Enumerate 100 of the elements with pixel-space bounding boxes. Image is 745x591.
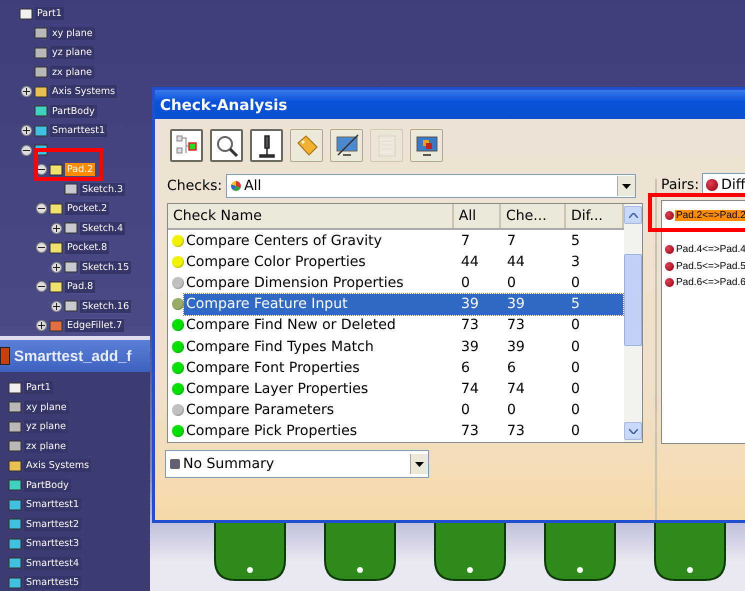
table-cell-text: 0 [460, 402, 471, 418]
table-row[interactable]: Compare Color Properties 44 44 3 [184, 251, 623, 272]
caret-icon[interactable] [617, 176, 636, 196]
checks-label: Checks: [167, 178, 222, 194]
table-cell-text: 39 [460, 338, 480, 355]
table-row[interactable]: Compare Pick Properties 73 73 0 [184, 420, 623, 442]
tree-item[interactable]: yz plane [50, 46, 94, 60]
tree-item[interactable]: Sketch.15 [80, 260, 132, 274]
table-cell-text: 0 [570, 402, 581, 418]
tree-item[interactable]: EdgeFillet.7 [65, 319, 124, 332]
tree-item[interactable]: yz plane [24, 420, 68, 434]
tool-button[interactable] [210, 129, 243, 162]
table-cell-text: 5 [570, 232, 581, 249]
table-cell-text: Compare Centers of Gravity [185, 232, 383, 249]
scroll-down-icon[interactable] [624, 422, 642, 440]
table-cell-text: Compare Dimension Properties [185, 274, 405, 291]
summary-dropdown[interactable]: No Summary [165, 450, 429, 478]
tree-item[interactable]: Smarttest1 [50, 124, 108, 138]
caret-icon[interactable] [410, 454, 428, 474]
tree-item[interactable]: Smarttest3 [24, 537, 82, 550]
tool-button[interactable] [250, 129, 283, 162]
tree-item[interactable]: Sketch.4 [80, 222, 126, 235]
ball-icon [706, 179, 718, 191]
table-row[interactable]: Compare Find New or Deleted 73 73 0 [184, 314, 623, 336]
table-cell-text: 73 [460, 423, 480, 440]
expand-toggle-icon[interactable] [36, 281, 47, 292]
table-row[interactable]: Compare Find Types Match 39 39 0 [184, 336, 623, 358]
expand-toggle-icon[interactable] [36, 203, 47, 214]
table-cell-text: 0 [570, 317, 581, 334]
column-header[interactable]: Check Name [168, 204, 454, 228]
table-cell-text: 74 [506, 380, 526, 397]
tree-item[interactable]: Pocket.8 [65, 241, 110, 254]
table-row[interactable]: Compare Font Properties 6 6 0 [184, 357, 623, 378]
app-icon [0, 347, 10, 365]
tree-item[interactable]: Smarttest1 [24, 498, 82, 512]
table-cell-text: 5 [570, 296, 581, 312]
tree-item[interactable]: PartBody [24, 478, 71, 492]
expand-toggle-icon[interactable] [21, 144, 32, 156]
table-row[interactable]: Compare Centers of Gravity 7 7 5 [184, 230, 623, 252]
dialog-title: Check-Analysis [155, 90, 745, 119]
table-cell-text: Compare Find New or Deleted [185, 317, 397, 334]
scroll-up-icon[interactable] [624, 206, 642, 224]
tree-item[interactable]: PartBody [50, 104, 97, 118]
checks-dropdown[interactable]: All [226, 174, 636, 198]
tree-item[interactable]: Smarttest4 [24, 556, 82, 570]
expand-toggle-icon[interactable] [51, 300, 62, 312]
table-row[interactable]: Compare Dimension Properties 0 0 0 [184, 272, 623, 294]
tree-item[interactable]: Axis Systems [24, 459, 92, 472]
table-cell-text: Compare Color Properties [185, 254, 367, 270]
table-cell-text: 0 [570, 380, 581, 397]
tree-item[interactable]: xy plane [50, 26, 95, 40]
column-header[interactable]: Che... [501, 204, 566, 228]
tree-item[interactable]: Smarttest5 [24, 576, 82, 590]
tree-item[interactable]: Part1 [24, 381, 53, 394]
table-cell-text: 73 [506, 423, 526, 440]
tree-item[interactable]: Sketch.16 [80, 300, 132, 313]
expand-toggle-icon[interactable] [21, 86, 32, 98]
table-row[interactable]: Compare Feature Input 39 39 5 [184, 294, 623, 315]
pairs-label: Pairs: [661, 177, 700, 193]
table-cell-text: 3 [570, 254, 581, 270]
pair-item[interactable]: Pad.2<=>Pad.2 [675, 210, 745, 221]
tree-item[interactable]: Axis Systems [50, 85, 118, 98]
tool-button[interactable] [330, 129, 363, 162]
table-cell-text: Compare Feature Input [185, 296, 349, 312]
table-cell-text: 6 [460, 360, 471, 376]
table-cell-text: 39 [506, 338, 526, 355]
tree-item[interactable]: Pocket.2 [65, 202, 110, 216]
expand-toggle-icon[interactable] [21, 125, 32, 136]
tool-button[interactable] [410, 129, 443, 162]
expand-toggle-icon[interactable] [51, 262, 62, 273]
table-cell-text: 39 [460, 296, 480, 312]
tree-item[interactable]: zx plane [24, 440, 68, 453]
column-header[interactable]: All [454, 204, 502, 228]
table-cell-text: 0 [570, 338, 581, 355]
scroll-thumb[interactable] [624, 254, 642, 346]
table-cell-text: 74 [460, 380, 480, 397]
scrollbar[interactable] [624, 204, 642, 442]
tree-item[interactable]: Sketch.3 [80, 182, 126, 196]
table-cell-text: Compare Font Properties [185, 360, 361, 376]
expand-toggle-icon[interactable] [51, 222, 62, 234]
table-cell-text: 7 [460, 232, 471, 249]
pair-item[interactable]: Pad.5<=>Pad.5 [675, 260, 745, 272]
table-row[interactable]: Compare Parameters 0 0 0 [184, 400, 623, 421]
tree-item[interactable]: xy plane [24, 400, 69, 414]
tree-item[interactable]: Pad.8 [65, 280, 96, 294]
table-row[interactable]: Compare Layer Properties 74 74 0 [184, 378, 623, 400]
table-cell-text: Compare Find Types Match [185, 338, 375, 355]
expand-toggle-icon[interactable] [36, 242, 47, 254]
table-cell-text: Compare Pick Properties [185, 423, 358, 440]
window-title: Smarttest_add_f [14, 348, 132, 364]
pair-item[interactable]: Pad.6<=>Pad.6 [675, 277, 745, 288]
table-cell-text: 6 [506, 360, 517, 376]
tree-item[interactable]: Smarttest2 [24, 518, 82, 531]
table-cell-text: 44 [506, 254, 526, 270]
tree-item[interactable]: zx plane [50, 66, 94, 79]
expand-toggle-icon[interactable] [36, 320, 47, 332]
tree-item[interactable]: Part1 [35, 7, 64, 20]
table-cell-text: 0 [570, 423, 581, 440]
table-cell-text: 0 [506, 402, 517, 418]
table-cell-text: 7 [506, 232, 517, 249]
